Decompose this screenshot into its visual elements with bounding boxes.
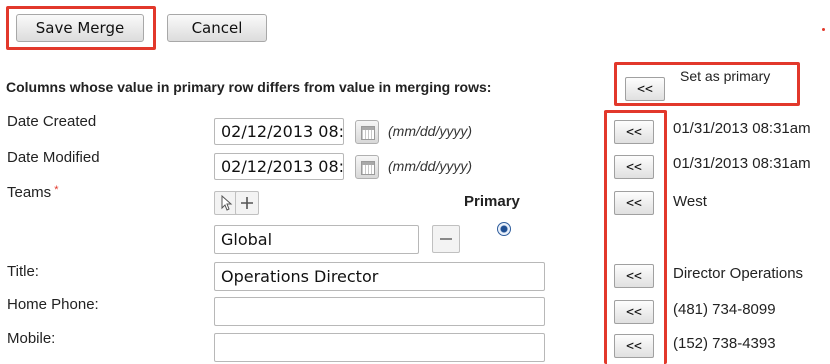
save-merge-highlight xyxy=(6,6,156,50)
required-asterisk: * xyxy=(54,184,59,196)
primary-column-heading: Primary xyxy=(464,193,520,210)
home-phone-label: Home Phone: xyxy=(7,296,99,313)
minus-icon[interactable] xyxy=(432,225,460,253)
date-created-format-hint: (mm/dd/yyyy) xyxy=(388,123,472,139)
team-name-input[interactable]: Global xyxy=(214,225,419,254)
title-merge-value: Director Operations xyxy=(673,265,804,282)
plus-icon[interactable] xyxy=(235,191,259,215)
date-created-input[interactable]: 02/12/2013 08:31am xyxy=(214,118,344,145)
radio-selected-icon[interactable] xyxy=(497,222,511,236)
teams-label: Teams * xyxy=(7,184,58,201)
date-created-merge-value: 01/31/2013 08:31am xyxy=(673,120,811,137)
differs-heading: Columns whose value in primary row diffe… xyxy=(6,79,492,95)
merge-buttons-highlight xyxy=(604,110,667,364)
home-phone-merge-value: (481) 734-8099 xyxy=(673,301,776,318)
title-input[interactable]: Operations Director xyxy=(214,262,545,291)
date-created-label: Date Created xyxy=(7,113,97,130)
set-as-primary-highlight xyxy=(614,62,800,106)
home-phone-input[interactable] xyxy=(214,297,545,326)
date-modified-input[interactable]: 02/12/2013 08:31am xyxy=(214,153,344,180)
date-modified-merge-value: 01/31/2013 08:31am xyxy=(673,155,811,172)
calendar-icon[interactable] xyxy=(355,155,379,179)
mobile-merge-value: (152) 738-4393 xyxy=(673,335,776,352)
date-modified-label: Date Modified xyxy=(7,149,100,166)
required-indicator-dot xyxy=(822,28,825,31)
mobile-input[interactable] xyxy=(214,333,545,362)
mobile-label: Mobile: xyxy=(7,330,56,347)
teams-merge-value: West xyxy=(673,193,707,210)
date-modified-format-hint: (mm/dd/yyyy) xyxy=(388,158,472,174)
calendar-icon[interactable] xyxy=(355,120,379,144)
teams-label-text: Teams xyxy=(7,184,52,201)
title-label: Title: xyxy=(7,263,39,280)
cancel-button[interactable]: Cancel xyxy=(167,14,267,42)
